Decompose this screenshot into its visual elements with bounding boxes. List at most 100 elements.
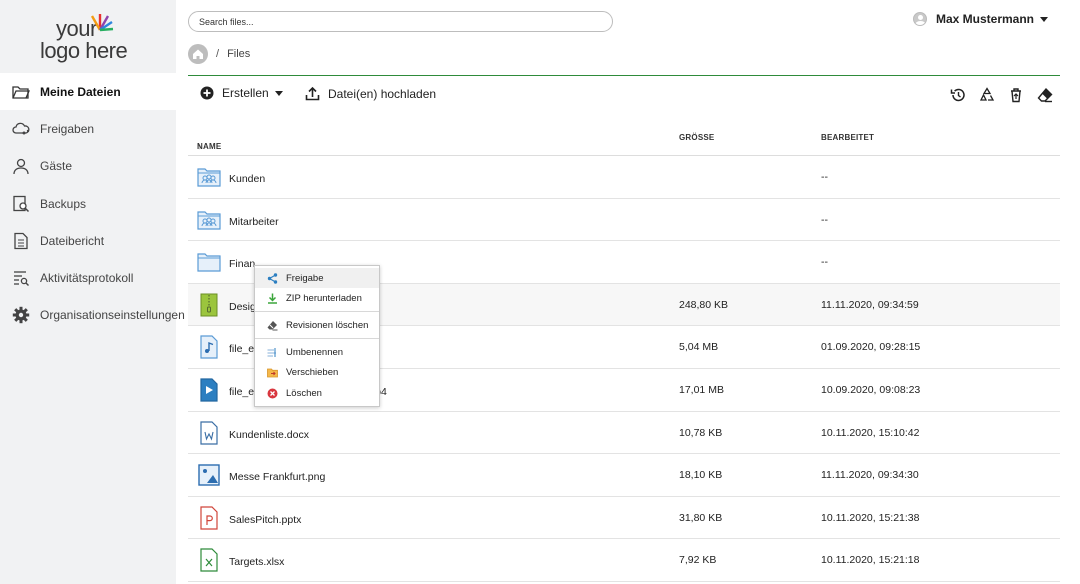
table-header: NAME ↑ GRÖSSE BEARBEITET [188, 124, 1060, 156]
menu-item-label: ZIP herunterladen [286, 292, 362, 304]
file-size: 17,01 MB [679, 383, 724, 396]
sidebar-item-label: Backups [40, 196, 87, 211]
file-modified: -- [821, 213, 828, 226]
powerpoint-file-icon [197, 506, 221, 530]
sidebar-item-label: Meine Dateien [40, 84, 121, 99]
file-name: Targets.xlsx [229, 556, 285, 569]
table-row[interactable]: Mitarbeiter -- [188, 199, 1060, 242]
column-header-size[interactable]: GRÖSSE [679, 133, 714, 142]
file-modified: 11.11.2020, 09:34:30 [821, 469, 919, 482]
gear-icon [12, 307, 30, 324]
upload-label: Datei(en) hochladen [328, 86, 437, 101]
user-icon [13, 159, 29, 175]
zip-file-icon [197, 293, 221, 317]
sidebar-item-aktivitaetsprotokoll[interactable]: Aktivitätsprotokoll [0, 259, 176, 296]
move-icon [267, 368, 278, 377]
user-menu[interactable]: Max Mustermann [912, 12, 1048, 26]
header-divider [188, 75, 1060, 76]
share-icon [267, 272, 278, 284]
chevron-down-icon [274, 90, 283, 96]
activity-log-icon [14, 271, 29, 287]
rename-icon [267, 347, 276, 357]
breadcrumb-current[interactable]: Files [227, 48, 250, 60]
image-file-icon [197, 463, 221, 487]
file-modified: 10.11.2020, 15:21:38 [821, 511, 920, 524]
logo[interactable]: your logo here [40, 12, 140, 68]
sidebar-item-backups[interactable]: Backups [0, 185, 176, 222]
breadcrumb: / Files [188, 44, 250, 64]
file-name: Mitarbeiter [229, 215, 279, 228]
table-row[interactable]: Messe Frankfurt.png 18,10 KB 11.11.2020,… [188, 454, 1060, 497]
menu-item-label: Umbenennen [286, 346, 344, 358]
eraser-icon[interactable] [1037, 87, 1053, 103]
sidebar-item-label: Organisationseinstellungen [40, 308, 185, 323]
download-icon [268, 293, 277, 304]
logo-rays-icon [90, 14, 114, 32]
word-file-icon [197, 420, 221, 445]
sidebar-item-organisationseinstellungen[interactable]: Organisationseinstellungen [0, 297, 185, 334]
logo-line2: logo here [40, 38, 128, 63]
file-modified: 10.11.2020, 15:21:18 [821, 554, 920, 567]
recycle-icon[interactable] [979, 87, 995, 103]
toolbar-actions [950, 87, 1066, 103]
upload-button[interactable]: Datei(en) hochladen [305, 86, 436, 101]
create-button[interactable]: Erstellen [200, 86, 283, 100]
file-modified: 10.09.2020, 09:08:23 [821, 383, 921, 396]
menu-divider [255, 311, 379, 312]
sidebar: your logo here Meine Dateien Freigaben G… [0, 0, 185, 584]
file-modified: -- [821, 256, 828, 269]
sidebar-item-meine-dateien[interactable]: Meine Dateien [0, 73, 176, 111]
file-modified: 01.09.2020, 09:28:15 [821, 341, 921, 354]
table-row[interactable]: Targets.xlsx 7,92 KB 10.11.2020, 15:21:1… [188, 539, 1060, 582]
file-name: Kundenliste.docx [229, 428, 309, 441]
audio-file-icon [197, 335, 221, 359]
group-folder-icon [197, 208, 221, 232]
history-icon[interactable] [950, 87, 966, 103]
file-modified: 10.11.2020, 15:10:42 [821, 426, 920, 439]
avatar [912, 12, 927, 26]
breadcrumb-separator: / [216, 48, 220, 60]
home-icon[interactable] [188, 44, 208, 64]
backup-search-icon [13, 195, 30, 212]
file-size: 18,10 KB [679, 469, 723, 482]
column-header-modified[interactable]: BEARBEITET [821, 133, 874, 142]
menu-item-rename[interactable]: Umbenennen [255, 342, 379, 362]
menu-divider [255, 338, 379, 339]
menu-item-label: Freigabe [286, 272, 324, 284]
trash-restore-icon[interactable] [1008, 87, 1024, 103]
context-menu: Freigabe ZIP herunterladen Revisionen lö… [254, 265, 380, 407]
menu-item-label: Löschen [286, 387, 322, 399]
folder-icon [197, 250, 221, 274]
menu-item-label: Verschieben [286, 366, 339, 378]
create-label: Erstellen [222, 86, 269, 100]
sidebar-item-dateibericht[interactable]: Dateibericht [0, 222, 176, 259]
sidebar-item-label: Freigaben [40, 121, 95, 136]
file-size: 5,04 MB [679, 341, 719, 354]
file-size: 248,80 KB [679, 298, 729, 311]
search-input[interactable] [188, 11, 613, 32]
file-modified: 11.11.2020, 09:34:59 [821, 298, 919, 311]
file-size: 10,78 KB [679, 426, 723, 439]
table-row[interactable]: SalesPitch.pptx 31,80 KB 10.11.2020, 15:… [188, 497, 1060, 540]
sidebar-nav: Meine Dateien Freigaben Gäste Backups Da… [0, 73, 185, 334]
user-name: Max Mustermann [935, 12, 1034, 26]
menu-item-delete[interactable]: Löschen [255, 383, 379, 403]
folder-open-icon [12, 85, 30, 99]
menu-item-share[interactable]: Freigabe [255, 268, 379, 288]
file-size: 31,80 KB [679, 511, 723, 524]
menu-item-move[interactable]: Verschieben [255, 362, 379, 382]
sort-ascending-icon: ↑ [197, 142, 202, 151]
chevron-down-icon [1040, 16, 1048, 22]
table-row[interactable]: Kunden -- [188, 156, 1060, 199]
sidebar-item-gaeste[interactable]: Gäste [0, 148, 176, 185]
menu-item-zip-download[interactable]: ZIP herunterladen [255, 288, 379, 308]
group-folder-icon [197, 165, 221, 189]
video-file-icon [197, 378, 221, 402]
file-name-visible-start: file_e [229, 385, 255, 398]
eraser-icon [267, 320, 278, 330]
sidebar-item-freigaben[interactable]: Freigaben [0, 110, 176, 147]
cloud-share-icon [12, 122, 30, 135]
upload-icon [305, 86, 320, 101]
table-row[interactable]: Kundenliste.docx 10,78 KB 10.11.2020, 15… [188, 412, 1060, 455]
menu-item-delete-revisions[interactable]: Revisionen löschen [255, 315, 379, 335]
